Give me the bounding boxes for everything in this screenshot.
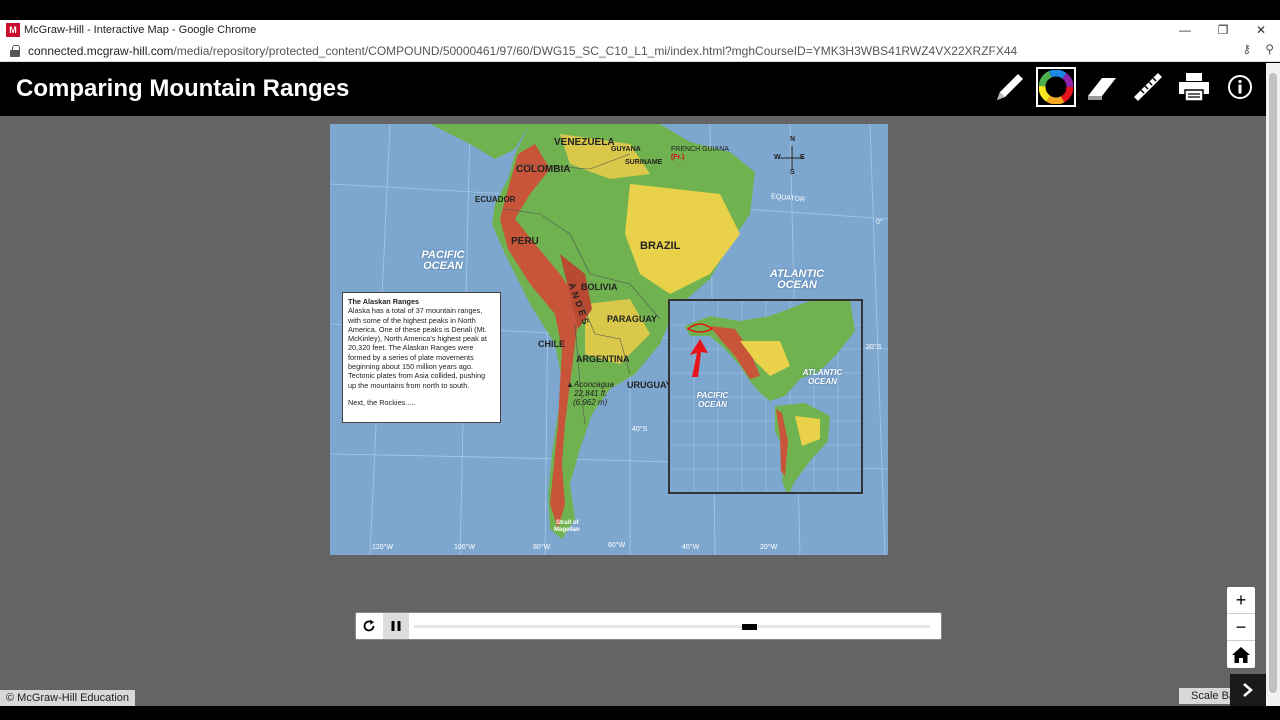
inset-label-atlantic: ATLANTIC OCEAN bbox=[802, 368, 843, 386]
minimize-button[interactable]: — bbox=[1166, 20, 1204, 40]
eraser-tool-button[interactable] bbox=[1082, 67, 1122, 107]
label-aconcagua-ft: 22,841 ft. bbox=[574, 389, 608, 398]
window-title: McGraw-Hill - Interactive Map - Google C… bbox=[24, 24, 257, 36]
app-header: Comparing Mountain Ranges bbox=[0, 63, 1266, 116]
page-scrollbar[interactable] bbox=[1266, 63, 1280, 706]
label-lat-20: 20°S bbox=[866, 344, 882, 351]
label-bolivia: BOLIVIA bbox=[581, 282, 618, 292]
label-pacific-ocean: PACIFIC OCEAN bbox=[421, 249, 465, 272]
animation-player bbox=[355, 612, 942, 640]
toolbar bbox=[990, 67, 1260, 107]
label-strait-line2: Magellan bbox=[554, 527, 580, 533]
inset-label-pacific: PACIFIC OCEAN bbox=[696, 391, 729, 409]
address-bar[interactable]: connected.mcgraw-hill.com/media/reposito… bbox=[0, 40, 1280, 62]
info-box-alaskan-ranges: The Alaskan Ranges Alaska has a total of… bbox=[342, 292, 501, 423]
zoom-magnifier-icon[interactable]: ⚲ bbox=[1265, 42, 1274, 56]
label-guyana: GUYANA bbox=[611, 146, 641, 153]
label-ecuador: ECUADOR bbox=[475, 195, 516, 204]
label-aconcagua-m: (6,962 m) bbox=[573, 398, 608, 407]
compass-s: S bbox=[790, 169, 795, 176]
pencil-icon bbox=[997, 74, 1023, 100]
south-america-map[interactable]: VENEZUELA GUYANA SURINAME FRENCH GUIANA … bbox=[330, 124, 888, 555]
timeline-scrubber-handle[interactable] bbox=[741, 624, 757, 630]
pause-button[interactable] bbox=[383, 613, 409, 639]
label-atlantic-ocean: ATLANTIC OCEAN bbox=[769, 268, 825, 291]
info-icon bbox=[1228, 75, 1252, 99]
page-title: Comparing Mountain Ranges bbox=[16, 75, 350, 102]
home-button[interactable] bbox=[1227, 641, 1255, 668]
label-french-guiana-abbr: (Fr.) bbox=[671, 154, 685, 161]
color-tool-button[interactable] bbox=[1036, 67, 1076, 107]
screen-top-edge bbox=[0, 0, 1280, 20]
info-button[interactable] bbox=[1220, 67, 1260, 107]
key-icon[interactable]: ⚷ bbox=[1242, 42, 1251, 56]
label-lon-100: 100°W bbox=[454, 544, 476, 551]
label-paraguay: PARAGUAY bbox=[607, 314, 658, 324]
label-lat-0: 0° bbox=[876, 219, 883, 226]
label-lat-40: 40°S bbox=[632, 426, 648, 433]
label-argentina: ARGENTINA bbox=[576, 354, 630, 364]
red-arrow-icon bbox=[690, 339, 708, 377]
label-chile: CHILE bbox=[538, 339, 565, 349]
browser-titlebar: M McGraw-Hill - Interactive Map - Google… bbox=[0, 20, 1280, 40]
ruler-tool-button[interactable] bbox=[1128, 67, 1168, 107]
compass-w: W bbox=[774, 154, 781, 161]
label-lon-60: 60°W bbox=[608, 542, 626, 549]
color-wheel-icon bbox=[1039, 70, 1073, 104]
print-icon bbox=[1179, 73, 1209, 102]
compass-n: N bbox=[790, 136, 796, 143]
restore-button[interactable]: ❐ bbox=[1204, 20, 1242, 40]
label-lon-80: 80°W bbox=[533, 544, 551, 551]
address-bar-actions: ⚷ ⚲ bbox=[1242, 42, 1274, 56]
label-brazil: BRAZIL bbox=[640, 240, 681, 252]
label-french-guiana: FRENCH GUIANA bbox=[671, 146, 729, 153]
label-suriname: SURINAME bbox=[625, 159, 663, 166]
pencil-tool-button[interactable] bbox=[990, 67, 1030, 107]
label-lon-40: 40°W bbox=[682, 544, 700, 551]
label-uruguay: URUGUAY bbox=[627, 380, 672, 390]
zoom-in-button[interactable]: + bbox=[1227, 587, 1255, 614]
reload-icon bbox=[363, 619, 375, 632]
mcgraw-hill-favicon-icon: M bbox=[6, 23, 20, 37]
chevron-right-icon bbox=[1243, 683, 1253, 697]
url-text[interactable]: connected.mcgraw-hill.com/media/reposito… bbox=[28, 44, 1017, 58]
compass-e: E bbox=[800, 154, 805, 161]
zoom-out-button[interactable]: − bbox=[1227, 614, 1255, 641]
url-host: connected.mcgraw-hill.com bbox=[28, 43, 174, 58]
next-button[interactable] bbox=[1230, 674, 1266, 706]
timeline-track[interactable] bbox=[414, 625, 930, 628]
lock-icon[interactable] bbox=[10, 44, 20, 57]
info-box-next: Next, the Rockies..... bbox=[348, 397, 416, 407]
pause-icon bbox=[391, 621, 401, 631]
scrollbar-thumb[interactable] bbox=[1269, 73, 1277, 693]
info-box-body: Alaska has a total of 37 mountain ranges… bbox=[348, 306, 487, 390]
window-controls: — ❐ ✕ bbox=[1166, 20, 1280, 40]
replay-button[interactable] bbox=[356, 613, 382, 639]
label-colombia: COLOMBIA bbox=[516, 164, 571, 175]
label-peru: PERU bbox=[511, 236, 539, 247]
screen-bottom-edge bbox=[0, 706, 1280, 720]
url-path: /media/repository/protected_content/COMP… bbox=[173, 43, 1018, 58]
label-strait-line1: Strait of bbox=[556, 520, 579, 526]
label-lon-120: 120°W bbox=[372, 544, 394, 551]
inset-map-americas[interactable]: PACIFIC OCEAN ATLANTIC OCEAN bbox=[668, 299, 863, 494]
eraser-icon bbox=[1088, 78, 1116, 100]
info-box-title: The Alaskan Ranges bbox=[348, 297, 420, 306]
label-aconcagua: ▲Aconcagua bbox=[566, 380, 614, 389]
label-lon-20: 20°W bbox=[760, 544, 778, 551]
ruler-icon bbox=[1134, 73, 1162, 101]
print-button[interactable] bbox=[1174, 67, 1214, 107]
copyright-notice: © McGraw-Hill Education bbox=[0, 690, 136, 706]
interactive-map-app: Comparing Mountain Ranges VENEZUELA GUYA… bbox=[0, 63, 1266, 706]
zoom-controls: + − bbox=[1227, 587, 1255, 668]
close-window-button[interactable]: ✕ bbox=[1242, 20, 1280, 40]
label-venezuela: VENEZUELA bbox=[554, 137, 615, 148]
home-icon bbox=[1232, 646, 1250, 663]
